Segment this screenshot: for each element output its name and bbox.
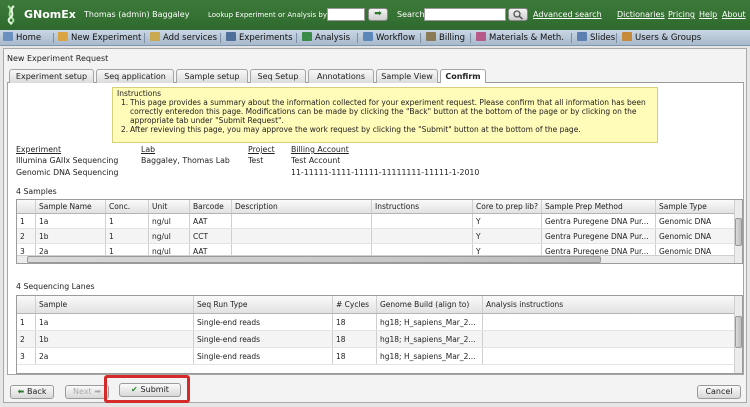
col-seq-run-type[interactable]: Seq Run Type: [194, 296, 333, 313]
col-cycles[interactable]: # Cycles: [333, 296, 377, 313]
tab-sample-view[interactable]: Sample View: [376, 69, 438, 83]
materials-icon: [476, 32, 486, 41]
lab-value: Baggaley, Thomas Lab: [141, 156, 230, 165]
experiment-application: Genomic DNA Sequencing: [16, 168, 119, 177]
cancel-button[interactable]: Cancel: [697, 385, 741, 399]
tab-annotations[interactable]: Annotations: [308, 69, 374, 83]
samples-grid: Sample Name Conc. Unit Barcode Descripti…: [16, 199, 743, 264]
back-arrow-icon: ⬅: [17, 387, 28, 396]
nav-slides[interactable]: Slides: [577, 30, 615, 46]
user-name: Thomas (admin) Baggaley: [84, 10, 190, 19]
next-button[interactable]: Next ➡: [65, 385, 109, 399]
samples-horizontal-scrollbar[interactable]: [17, 255, 736, 263]
app-title: GNomEx: [24, 8, 76, 21]
col-unit[interactable]: Unit: [149, 200, 190, 213]
table-row[interactable]: 1 1a Single-end reads 18 hg18; H_sapiens…: [17, 314, 736, 331]
window-title: New Experiment Request: [7, 54, 109, 63]
nav-materials-methods[interactable]: Materials & Meth.: [476, 30, 564, 46]
confirm-panel: Instructions 1. This page provides a summ…: [7, 83, 744, 375]
nav-analysis[interactable]: Analysis: [302, 30, 350, 46]
tab-bar: Experiment setup Seq application Sample …: [7, 68, 744, 84]
col-sample-type[interactable]: Sample Type: [656, 200, 736, 213]
lanes-header-row: Sample Seq Run Type # Cycles Genome Buil…: [17, 296, 736, 314]
col-instructions[interactable]: Instructions: [372, 200, 473, 213]
instructions-box: Instructions 1. This page provides a summ…: [112, 87, 658, 143]
col-conc[interactable]: Conc.: [106, 200, 149, 213]
billing-account-name: Test Account: [291, 156, 341, 165]
nav-workflow[interactable]: Workflow: [363, 30, 415, 46]
analysis-icon: [302, 32, 312, 41]
experiment-header: Experiment: [16, 145, 62, 154]
table-row[interactable]: 3 2a Single-end reads 18 hg18; H_sapiens…: [17, 348, 736, 365]
col-genome-build[interactable]: Genome Build (align to): [377, 296, 483, 313]
nav-home[interactable]: Home: [3, 30, 41, 46]
billing-header: Billing Account: [291, 145, 349, 154]
col-sample-name[interactable]: Sample Name: [36, 200, 106, 213]
add-services-icon: [150, 32, 160, 41]
tab-seq-setup[interactable]: Seq Setup: [250, 69, 306, 83]
top-bar: GNomEx Thomas (admin) Baggaley Lookup Ex…: [0, 0, 750, 30]
advanced-search-link[interactable]: Advanced search: [533, 10, 602, 19]
dictionaries-link[interactable]: Dictionaries: [617, 10, 665, 19]
tab-confirm[interactable]: Confirm: [440, 69, 486, 84]
lanes-vertical-scrollbar[interactable]: [734, 296, 742, 373]
back-button[interactable]: ⬅ Back: [10, 385, 54, 399]
new-experiment-window: New Experiment Request Experiment setup …: [3, 48, 747, 403]
col-sample[interactable]: Sample: [36, 296, 194, 313]
table-row[interactable]: 1 1a 1 ng/ul AAT Y Gentra Puregene DNA P…: [17, 214, 736, 229]
nav-add-services[interactable]: Add services: [150, 30, 217, 46]
about-link[interactable]: About: [722, 10, 746, 19]
workflow-icon: [363, 32, 373, 41]
search-label: Search: [397, 10, 425, 19]
tab-seq-application[interactable]: Seq application: [96, 69, 174, 83]
experiments-icon: [226, 32, 236, 41]
lookup-label: Lookup Experiment or Analysis by #: [208, 11, 336, 19]
col-analysis-instructions[interactable]: Analysis instructions: [483, 296, 736, 313]
experiment-platform: Illumina GAIIx Sequencing: [16, 156, 119, 165]
lanes-grid: Sample Seq Run Type # Cycles Genome Buil…: [16, 295, 743, 374]
project-header: Project: [248, 145, 275, 154]
nav-new-experiment[interactable]: New Experiment: [58, 30, 141, 46]
tab-sample-setup[interactable]: Sample setup: [176, 69, 248, 83]
billing-icon: [426, 32, 436, 41]
search-icon: [513, 10, 523, 20]
samples-header-row: Sample Name Conc. Unit Barcode Descripti…: [17, 200, 736, 214]
submit-highlight-box: [104, 375, 190, 403]
table-row[interactable]: 2 1b Single-end reads 18 hg18; H_sapiens…: [17, 331, 736, 348]
main-nav: Home New Experiment Add services Experim…: [0, 30, 750, 46]
instruction-item: 1. This page provides a summary about the…: [121, 98, 646, 125]
col-sample-prep-method[interactable]: Sample Prep Method: [542, 200, 656, 213]
instructions-title: Instructions: [117, 89, 162, 98]
nav-experiments[interactable]: Experiments: [226, 30, 293, 46]
samples-label: 4 Samples: [16, 187, 57, 196]
col-description[interactable]: Description: [232, 200, 372, 213]
lanes-label: 4 Sequencing Lanes: [16, 282, 95, 291]
new-experiment-icon: [58, 32, 68, 41]
pricing-link[interactable]: Pricing: [668, 10, 695, 19]
nav-billing[interactable]: Billing: [426, 30, 465, 46]
table-row[interactable]: 2 1b 1 ng/ul CCT Y Gentra Puregene DNA P…: [17, 229, 736, 244]
gnomex-logo-icon: [7, 5, 15, 25]
project-value: Test: [248, 156, 264, 165]
lookup-input[interactable]: [327, 8, 365, 21]
help-link[interactable]: Help: [699, 10, 717, 19]
search-input[interactable]: [424, 8, 506, 21]
samples-vertical-scrollbar[interactable]: [734, 200, 742, 263]
home-icon: [3, 32, 13, 41]
slides-icon: [577, 32, 587, 41]
next-arrow-icon: ➡: [91, 387, 101, 396]
nav-users-groups[interactable]: Users & Groups: [622, 30, 701, 46]
col-core-prep[interactable]: Core to prep lib?: [473, 200, 542, 213]
instruction-item: 2. After revieving this page, you may app…: [121, 125, 581, 134]
search-button[interactable]: [508, 8, 528, 21]
tab-experiment-setup[interactable]: Experiment setup: [9, 69, 94, 83]
lookup-go-button[interactable]: ➡: [368, 8, 388, 21]
lab-header: Lab: [141, 145, 156, 154]
users-icon: [622, 32, 632, 41]
col-barcode[interactable]: Barcode: [190, 200, 232, 213]
billing-account-number: 11-11111-1111-11111-11111111-11111-1-201…: [291, 168, 480, 177]
